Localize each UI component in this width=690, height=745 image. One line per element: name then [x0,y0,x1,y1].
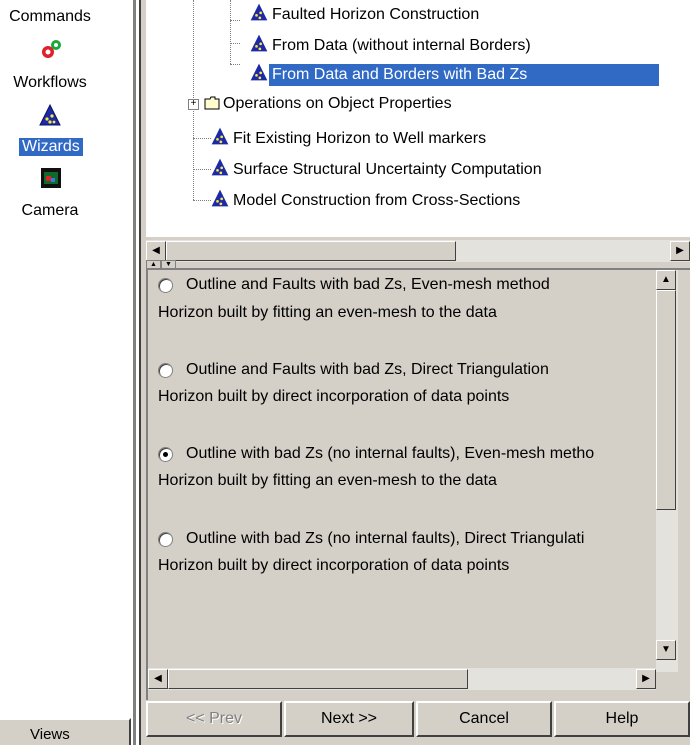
options-vertical-scrollbar[interactable]: ▲ ▼ [656,270,678,672]
tree-horizontal-scrollbar[interactable]: ◀ ▶ [146,240,690,262]
tree-item-label: Faulted Horizon Construction [272,6,480,23]
scroll-thumb[interactable] [656,290,676,510]
option-description: Horizon built by fitting an even-mesh to… [158,472,497,489]
wizard-icon [211,189,229,207]
scroll-left-button[interactable]: ◀ [146,241,166,261]
scroll-down-button[interactable]: ▼ [656,640,676,660]
tree-item-label: Model Construction from Cross-Sections [233,192,521,209]
tree-item-label: From Data (without internal Borders) [272,37,531,54]
sidebar-item-wizards[interactable]: Wizards [0,100,133,162]
radio-option-label: Outline with bad Zs (no internal faults)… [186,530,585,547]
option-description: Horizon built by direct incorporation of… [158,388,510,405]
sidebar-item-commands[interactable]: Commands [0,0,133,36]
scroll-right-button[interactable]: ▶ [636,669,656,689]
radio-option-label: Outline with bad Zs (no internal faults)… [186,445,595,462]
scroll-thumb[interactable] [166,241,456,261]
next-button[interactable]: Next >> [284,701,414,737]
tree-connector [193,169,211,170]
radio-option-label: Outline and Faults with bad Zs, Even-mes… [186,276,550,293]
tree-item-label: Fit Existing Horizon to Well markers [233,130,487,147]
wizard-icon [250,34,268,52]
tree-item[interactable]: Operations on Object Properties [204,93,455,115]
wizard-tree: Faulted Horizon Construction From Data (… [146,0,690,237]
radio-option-label: Outline and Faults with bad Zs, Direct T… [186,361,549,378]
scroll-right-button[interactable]: ▶ [670,241,690,261]
tree-item[interactable]: From Data (without internal Borders) [249,33,534,55]
sidebar-item-label: Commands [9,8,91,25]
radio-option[interactable]: Outline with bad Zs (no internal faults)… [158,530,584,548]
tree-connector [230,0,231,64]
tree-item-label: From Data and Borders with Bad Zs [269,64,660,86]
wizard-icon [39,103,61,126]
radio-option[interactable]: Outline and Faults with bad Zs, Even-mes… [158,276,550,294]
expand-toggle[interactable]: + [188,99,199,110]
tree-connector [193,200,211,201]
sidebar-item-camera[interactable]: Camera [0,164,133,226]
option-description: Horizon built by fitting an even-mesh to… [158,304,497,321]
tree-item-selected[interactable]: From Data and Borders with Bad Zs [249,62,660,86]
wizard-icon [250,63,268,81]
workflows-icon [42,40,61,58]
sidebar-item-label: Wizards [19,138,83,156]
camera-icon [41,168,61,188]
scroll-left-button[interactable]: ◀ [148,669,168,689]
option-description: Horizon built by direct incorporation of… [158,557,510,574]
sidebar-divider[interactable] [139,0,141,745]
radio-option-selected[interactable]: Outline with bad Zs (no internal faults)… [158,445,594,463]
tree-item-label: Operations on Object Properties [223,95,452,112]
sidebar-item-label: Camera [21,202,79,219]
tree-connector [230,43,240,44]
wizard-icon [250,3,268,21]
radio-button[interactable] [158,278,173,293]
radio-button[interactable] [158,363,173,378]
tree-item[interactable]: Surface Structural Uncertainty Computati… [210,157,545,179]
wizard-icon [211,127,229,145]
help-button[interactable]: Help [554,701,690,737]
scroll-thumb[interactable] [168,669,468,689]
prev-button[interactable]: << Prev [146,701,282,737]
radio-button[interactable] [158,532,173,547]
tree-connector [193,138,211,139]
wizard-options-panel: Outline and Faults with bad Zs, Even-mes… [146,268,690,700]
sidebar-item-workflows[interactable]: Workflows [0,36,133,98]
cancel-button[interactable]: Cancel [416,701,552,737]
tree-item[interactable]: Faulted Horizon Construction [249,2,482,24]
tree-item[interactable]: Model Construction from Cross-Sections [210,188,523,210]
tree-item[interactable]: Fit Existing Horizon to Well markers [210,126,489,148]
sidebar-item-label: Workflows [13,74,87,91]
scroll-up-button[interactable]: ▲ [656,270,676,290]
radio-option[interactable]: Outline and Faults with bad Zs, Direct T… [158,361,549,379]
wizard-icon [211,158,229,176]
radio-button[interactable] [158,447,173,462]
tree-connector [230,20,240,21]
shortcut-sidebar: Commands Workflows Wizards Camera Views [0,0,133,745]
folder-icon [204,96,220,110]
views-button[interactable]: Views [0,718,131,745]
options-horizontal-scrollbar[interactable]: ◀ ▶ [148,668,656,690]
tree-item-label: Surface Structural Uncertainty Computati… [233,161,542,178]
tree-connector [230,64,240,65]
